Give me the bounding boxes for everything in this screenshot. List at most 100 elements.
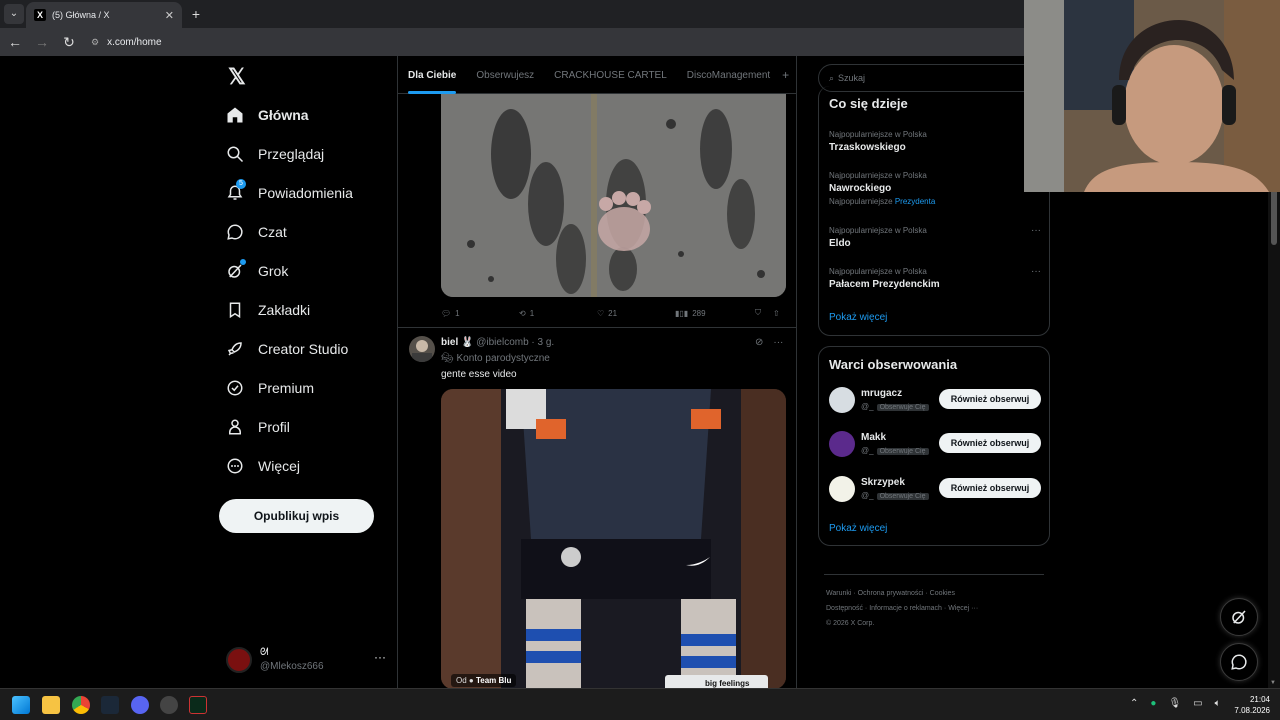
more-icon[interactable]: ··· [374,650,386,664]
chrome-icon[interactable] [72,696,90,714]
follow-suggestion[interactable]: mrugacz @_ Obserwuje Cię Również obserwuj [829,387,1041,415]
footer-link[interactable]: Warunki [826,590,851,597]
follows-you-badge: Obserwuje Cię [876,448,929,455]
tweet-author-name[interactable]: biel 🐰 [441,337,473,348]
view-count: 289 [692,308,706,318]
avatar [829,476,855,502]
bookmark-icon [229,302,241,319]
nav-chat[interactable]: Czat [226,223,287,241]
nav-bookmarks[interactable]: Zakładki [226,301,310,319]
show-more-suggestions[interactable]: Pokaż więcej [829,523,887,534]
follow-suggestion[interactable]: Makk @_ Obserwuje Cię Również obserwuj [829,431,1041,459]
windows-start-icon[interactable] [12,696,30,714]
footer-link[interactable]: Dostępność [826,605,863,612]
tab-crackhouse-cartel[interactable]: CRACKHOUSE CARTEL [544,56,677,94]
follow-suggestion[interactable]: Skrzypek @_ Obserwuje Cię Również obserwu… [829,476,1041,504]
nav-more[interactable]: Więcej [226,457,300,475]
like-button[interactable]: ♡ 21 [597,309,675,318]
grok-button[interactable] [1220,598,1258,636]
webcam-overlay [1024,0,1280,192]
more-icon[interactable]: ··· [1031,224,1041,237]
reply-button[interactable]: 💬︎ 1 [441,309,519,318]
chat-button[interactable] [1220,643,1258,681]
nav-home[interactable]: Główna [226,106,309,124]
nav-profile[interactable]: Profil [226,418,290,436]
repost-button[interactable]: ⟲ 1 [519,309,597,318]
obs-icon[interactable] [160,696,178,714]
video-pip-preview[interactable]: big feelings [665,675,768,688]
follow-back-button[interactable]: Również obserwuj [939,433,1041,453]
tweet-video[interactable]: Od ● Team Blu big feelings [441,389,786,688]
footer-links: Warunki · Ochrona prywatności · Cookies … [826,590,979,627]
chevron-up-icon[interactable]: ⌃ [1130,698,1138,709]
add-tab-button[interactable]: + [780,68,789,82]
browser-tab[interactable]: X (5) Główna / X ✕ [26,2,182,28]
bookmark-icon[interactable]: ⛉ [755,308,773,318]
footer-link[interactable]: Cookies [930,590,955,597]
grok-icon[interactable]: ⊘ [755,337,763,348]
discord-icon[interactable] [131,696,149,714]
trend-name: Nawrockiego [829,183,892,194]
clock-date: 7.08.2026 [1234,706,1270,715]
nav-creator-studio[interactable]: Creator Studio [226,340,348,358]
nav-explore-label: Przeglądaj [258,146,325,162]
taskbar-clock[interactable]: 21:04 7.08.2026 [1230,694,1270,716]
tab-discomanagement[interactable]: DiscoManagement [677,56,780,94]
follow-back-button[interactable]: Również obserwuj [939,389,1041,409]
display-icon[interactable]: ▭ [1193,698,1202,709]
tweet-image[interactable] [441,94,786,297]
more-icon[interactable]: ··· [1031,265,1041,278]
tab-following[interactable]: Obserwujesz [466,56,544,94]
more-icon[interactable]: ··· [773,337,783,348]
search-icon [227,146,244,163]
views-button[interactable]: ▮▯▮ 289 [675,309,755,318]
terminal-app-icon[interactable] [189,696,207,714]
tweet-author-handle[interactable]: @ibielcomb · 3 g. [476,337,554,348]
url-field[interactable]: ⚙ x.com/home [91,37,162,48]
steam-icon[interactable] [101,696,119,714]
volume-icon[interactable]: 🔈︎ [1215,698,1221,709]
file-explorer-icon[interactable] [42,696,60,714]
scroll-down-icon[interactable]: ▼ [1270,680,1276,686]
avatar[interactable] [409,336,435,362]
parody-label: 🎭︎ Konto parodystyczne [441,353,550,364]
suggestion-handle: @_ Obserwuje Cię [861,446,929,455]
footer-link[interactable]: Informacje o reklamach [869,605,942,612]
back-arrow-icon[interactable]: ← [3,30,27,54]
follow-back-button[interactable]: Również obserwuj [939,478,1041,498]
account-switcher[interactable]: ᘛ @Mlekosz666 ··· [226,644,396,676]
post-button[interactable]: Opublikuj wpis [219,499,374,533]
avatar [829,431,855,457]
trend-item[interactable]: Najpopularniejsze w Polska Trzaskowskieg… [829,128,1041,154]
trend-context: Najpopularniejsze w Polska [829,267,927,276]
tab-for-you[interactable]: Dla Ciebie [398,56,466,94]
trend-item[interactable]: Najpopularniejsze w Polska Nawrockiego N… [829,169,1041,208]
parody-text: Konto parodystyczne [456,353,550,364]
trend-name: Pałacem Prezydenckim [829,279,940,290]
forward-arrow-icon[interactable]: → [30,30,54,54]
site-info-icon[interactable]: ⚙ [91,37,99,48]
video-source-name[interactable]: Team Blu [476,676,511,685]
trend-item[interactable]: Najpopularniejsze w Polska Pałacem Prezy… [829,265,1041,291]
reply-icon: 💬︎ [441,308,452,318]
taskbar: ⌃ ● 🎙︎ ▭ 🔈︎ 21:04 7.08.2026 [0,688,1280,720]
nav-premium[interactable]: Premium [226,379,314,397]
reload-icon[interactable]: ↻ [57,30,81,54]
show-more-trends[interactable]: Pokaż więcej [829,312,887,323]
nav-grok[interactable]: Grok [226,259,288,280]
microphone-icon[interactable]: 🎙︎ [1168,698,1181,709]
share-icon[interactable]: ⇧ [773,309,780,318]
footer-link[interactable]: Ochrona prywatności [858,590,924,597]
x-logo-icon[interactable]: 𝕏 [228,64,246,90]
trend-extra-link[interactable]: Prezydenta [895,197,935,206]
footer-link[interactable]: Więcej ··· [948,605,978,612]
new-tab-button[interactable]: + [187,5,205,23]
tab-search-button[interactable]: ⌄ [4,4,24,24]
nav-explore[interactable]: Przeglądaj [226,145,324,163]
footprints-photo [441,94,786,297]
mask-icon: 🎭︎ [441,353,454,364]
tray-app-icon[interactable]: ● [1150,698,1156,709]
nav-notifications[interactable]: 5 Powiadomienia [226,179,353,202]
close-icon[interactable]: ✕ [165,9,174,22]
trend-item[interactable]: Najpopularniejsze w Polska Eldo ··· [829,224,1041,250]
